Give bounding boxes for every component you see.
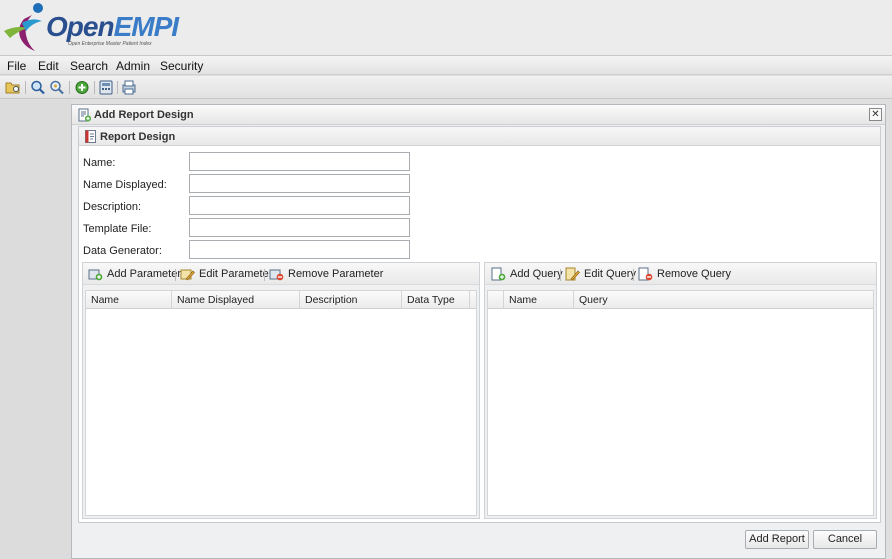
- queries-table-header: Name Query: [488, 291, 873, 309]
- edit-query-button[interactable]: Edit Query: [565, 267, 636, 281]
- description-label: Description:: [83, 201, 142, 213]
- remove-parameter-icon: [269, 269, 284, 281]
- toolbar-separator: [560, 269, 561, 281]
- toolbar-separator: [264, 269, 265, 281]
- toolbar-separator: [117, 81, 118, 94]
- description-field[interactable]: [189, 196, 410, 215]
- edit-parameter-label: Edit Parameter: [199, 268, 273, 280]
- menu-file[interactable]: File: [7, 59, 26, 73]
- name-field[interactable]: [189, 152, 410, 171]
- toolbar-separator: [175, 269, 176, 281]
- edit-parameter-button[interactable]: Edit Parameter: [180, 267, 272, 281]
- template-file-field[interactable]: [189, 218, 410, 237]
- column-header-query-name[interactable]: Name: [504, 291, 574, 309]
- remove-query-button[interactable]: Remove Query: [638, 267, 731, 281]
- add-parameter-label: Add Parameter: [107, 268, 181, 280]
- column-header-query[interactable]: Query: [574, 291, 873, 309]
- dialog-title: Add Report Design: [94, 109, 194, 121]
- add-icon[interactable]: [74, 80, 90, 95]
- add-report-button[interactable]: Add Report: [745, 530, 809, 549]
- toolbar-separator: [633, 269, 634, 281]
- toolbar-separator: [25, 81, 26, 94]
- remove-query-label: Remove Query: [657, 268, 731, 280]
- menubar: File Edit Search Admin Security: [0, 56, 892, 75]
- name-displayed-label: Name Displayed:: [83, 179, 167, 191]
- close-icon[interactable]: ✕: [869, 108, 882, 121]
- panel-title: Report Design: [100, 131, 176, 143]
- logo-title-open: Open: [46, 11, 115, 42]
- data-generator-label: Data Generator:: [83, 245, 162, 257]
- column-header-name-displayed[interactable]: Name Displayed: [172, 291, 300, 309]
- calculator-icon[interactable]: [98, 80, 114, 95]
- add-query-button[interactable]: Add Query: [491, 267, 563, 281]
- template-file-label: Template File:: [83, 223, 152, 235]
- menu-admin[interactable]: Admin: [116, 59, 150, 73]
- logo-figure-icon: [4, 3, 43, 51]
- cancel-button[interactable]: Cancel: [813, 530, 877, 549]
- add-query-label: Add Query: [510, 268, 563, 280]
- add-parameter-icon: [88, 269, 103, 281]
- add-report-design-dialog: Add Report Design ✕ Report Design Name: …: [71, 104, 886, 559]
- logo-title-empi: EMPI: [113, 11, 179, 42]
- dialog-titlebar[interactable]: Add Report Design ✕: [72, 105, 885, 125]
- menu-security[interactable]: Security: [160, 59, 203, 73]
- column-header-name[interactable]: Name: [86, 291, 172, 309]
- logo-subtitle: Open Enterprise Master Patient Index: [68, 41, 152, 47]
- name-label: Name:: [83, 157, 116, 169]
- parameters-grid-panel: Add Parameter Edit Parameter Remove Para…: [82, 262, 480, 519]
- edit-query-label: Edit Query: [584, 268, 636, 280]
- column-header-description[interactable]: Description: [300, 291, 402, 309]
- openempi-logo: OpenEMPI Open Enterprise Master Patient …: [2, 1, 179, 53]
- edit-query-icon: [565, 267, 580, 281]
- toolbar-separator: [94, 81, 95, 94]
- remove-parameter-button[interactable]: Remove Parameter: [269, 267, 383, 281]
- toolbar-separator: [69, 81, 70, 94]
- queries-grid-panel: Add Query Edit Query Remove Query Name Q…: [484, 262, 877, 519]
- remove-query-icon: [638, 267, 653, 281]
- zoom-search-icon[interactable]: [30, 80, 46, 95]
- report-add-icon: [78, 108, 91, 122]
- queries-table[interactable]: Name Query: [487, 290, 874, 516]
- menu-search[interactable]: Search: [70, 59, 108, 73]
- left-navigation-pane: [0, 100, 71, 559]
- row-number-column: [488, 291, 504, 309]
- add-query-icon: [491, 267, 506, 281]
- main-toolbar: [0, 76, 892, 99]
- app-header: OpenEMPI Open Enterprise Master Patient …: [0, 0, 892, 56]
- data-generator-field[interactable]: [189, 240, 410, 259]
- parameters-table-header: Name Name Displayed Description Data Typ…: [86, 291, 476, 309]
- key-search-icon[interactable]: [49, 80, 65, 95]
- parameters-table[interactable]: Name Name Displayed Description Data Typ…: [85, 290, 477, 516]
- menu-edit[interactable]: Edit: [38, 59, 59, 73]
- remove-parameter-label: Remove Parameter: [288, 268, 384, 280]
- parameters-toolbar: Add Parameter Edit Parameter Remove Para…: [83, 263, 479, 285]
- edit-parameter-icon: [180, 269, 195, 281]
- column-header-data-type[interactable]: Data Type: [402, 291, 470, 309]
- name-displayed-field[interactable]: [189, 174, 410, 193]
- add-parameter-button[interactable]: Add Parameter: [88, 267, 181, 281]
- report-design-panel-header: Report Design: [79, 127, 880, 146]
- print-icon[interactable]: [121, 80, 137, 95]
- report-icon: [85, 130, 96, 143]
- report-design-panel: Report Design Name: Name Displayed: Desc…: [78, 126, 881, 523]
- queries-toolbar: Add Query Edit Query Remove Query: [485, 263, 876, 285]
- folder-search-icon[interactable]: [5, 80, 21, 95]
- logo-title: OpenEMPI: [46, 11, 179, 43]
